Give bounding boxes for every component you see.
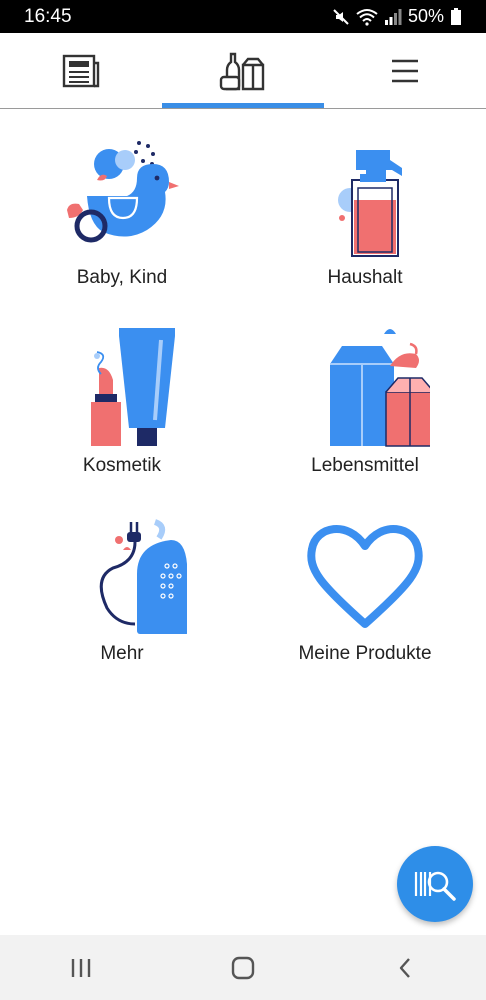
category-label: Haushalt xyxy=(327,267,403,288)
home-icon xyxy=(231,956,255,979)
battery-percent: 50% xyxy=(407,6,444,26)
heart-icon xyxy=(307,525,423,628)
status-bar: 16:45 50% xyxy=(0,0,486,33)
tab-products[interactable] xyxy=(162,33,324,108)
recent-apps-icon xyxy=(71,958,91,977)
haushalt-icon xyxy=(338,150,402,257)
category-haushalt[interactable]: Haushalt xyxy=(265,138,465,289)
back-icon xyxy=(399,957,410,978)
newspaper-icon xyxy=(62,54,100,87)
battery-icon xyxy=(451,7,461,25)
category-kosmetik[interactable]: Kosmetik xyxy=(22,326,222,477)
signal-icon xyxy=(384,8,402,25)
products-icon xyxy=(219,52,265,90)
category-baby-kind[interactable]: Baby, Kind xyxy=(22,138,222,289)
category-lebensmittel[interactable]: Lebensmittel xyxy=(265,326,465,477)
status-time: 16:45 xyxy=(24,5,72,27)
category-label: Lebensmittel xyxy=(311,455,419,476)
category-label: Meine Produkte xyxy=(298,643,432,664)
barcode-search-icon xyxy=(414,871,456,901)
mute-icon xyxy=(333,8,349,25)
back-button[interactable] xyxy=(375,943,435,993)
wifi-icon xyxy=(356,8,378,26)
baby-kind-icon xyxy=(67,141,179,243)
tab-bar xyxy=(0,33,486,109)
hamburger-menu-icon xyxy=(392,59,418,82)
system-navigation-bar xyxy=(0,935,486,1000)
tab-menu[interactable] xyxy=(324,33,486,108)
tab-news[interactable] xyxy=(0,33,162,108)
home-button[interactable] xyxy=(213,943,273,993)
category-label: Baby, Kind xyxy=(76,267,168,288)
kosmetik-icon xyxy=(91,328,175,446)
mehr-icon xyxy=(99,519,187,634)
status-icons: 50% xyxy=(332,6,462,27)
lebensmittel-icon xyxy=(330,329,430,447)
category-mehr[interactable]: Mehr xyxy=(22,514,222,665)
category-meine-produkte[interactable]: Meine Produkte xyxy=(265,514,465,665)
recent-apps-button[interactable] xyxy=(51,943,111,993)
category-label: Mehr xyxy=(100,643,144,664)
scan-barcode-button[interactable] xyxy=(397,846,473,922)
active-tab-indicator xyxy=(162,103,324,108)
category-label: Kosmetik xyxy=(82,455,162,476)
